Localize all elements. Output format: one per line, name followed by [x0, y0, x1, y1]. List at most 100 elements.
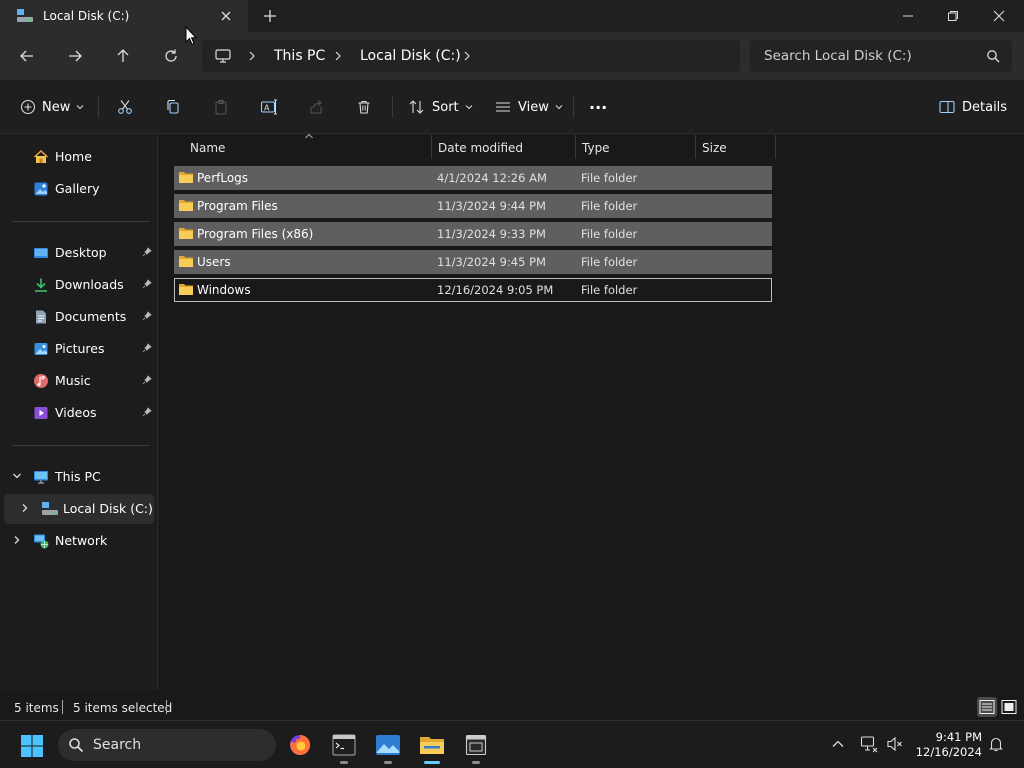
breadcrumb-local-disk[interactable]: Local Disk (C:): [360, 48, 461, 64]
file-row-focused[interactable]: Windows 12/16/2024 9:05 PM File folder: [174, 278, 772, 302]
breadcrumb-this-pc[interactable]: This PC: [274, 48, 325, 64]
sort-button[interactable]: Sort: [408, 95, 473, 119]
sidebar-item-documents[interactable]: Documents: [4, 302, 154, 332]
trash-icon: [358, 100, 370, 114]
forward-button[interactable]: [63, 44, 87, 68]
up-button[interactable]: [111, 44, 135, 68]
file-name: Program Files (x86): [197, 227, 314, 241]
sidebar-label: Local Disk (C:): [63, 501, 153, 516]
this-pc-icon: [33, 469, 49, 485]
file-date: 4/1/2024 12:26 AM: [437, 171, 547, 185]
search-icon: [68, 737, 84, 753]
tab-title: Local Disk (C:): [43, 9, 130, 23]
chevron-down-icon: [77, 105, 84, 110]
sidebar-item-music[interactable]: Music: [4, 366, 154, 396]
file-row[interactable]: Program Files 11/3/2024 9:44 PM File fol…: [174, 194, 772, 218]
pin-icon[interactable]: [142, 311, 152, 321]
pin-icon[interactable]: [142, 247, 152, 257]
address-bar[interactable]: This PC Local Disk (C:): [202, 40, 740, 72]
windows-start-icon[interactable]: [20, 734, 44, 758]
taskbar-terminal[interactable]: [328, 729, 360, 761]
details-pane-icon: [939, 100, 955, 114]
pin-icon[interactable]: [142, 343, 152, 353]
tab-local-disk[interactable]: Local Disk (C:): [0, 0, 248, 32]
file-name: Users: [197, 255, 231, 269]
network-tray-icon[interactable]: [860, 735, 878, 753]
share-icon: [310, 100, 322, 114]
taskbar-file-explorer[interactable]: [416, 729, 448, 761]
clock[interactable]: 9:41 PM 12/16/2024: [916, 730, 982, 760]
details-pane-button[interactable]: Details: [938, 95, 1007, 119]
column-header-date-modified[interactable]: Date modified: [438, 135, 576, 161]
file-row[interactable]: PerfLogs 4/1/2024 12:26 AM File folder: [174, 166, 772, 190]
minimize-button[interactable]: [885, 0, 931, 32]
taskbar-photos[interactable]: [372, 729, 404, 761]
chevron-right-icon[interactable]: [247, 50, 257, 62]
folder-icon: [178, 254, 194, 268]
chevron-right-icon[interactable]: [462, 50, 472, 62]
pin-icon[interactable]: [142, 407, 152, 417]
file-row[interactable]: Users 11/3/2024 9:45 PM File folder: [174, 250, 772, 274]
file-name: PerfLogs: [197, 171, 249, 185]
tiles-view-button[interactable]: [999, 697, 1019, 717]
delete-button[interactable]: [356, 95, 372, 119]
gallery-icon: [33, 181, 49, 197]
column-header-size[interactable]: Size: [702, 135, 774, 161]
chevron-right-icon[interactable]: [20, 503, 30, 513]
sidebar-item-pictures[interactable]: Pictures: [4, 334, 154, 364]
back-button[interactable]: [15, 44, 39, 68]
sidebar-item-network[interactable]: Network: [4, 526, 154, 556]
downloads-icon: [33, 277, 49, 293]
column-header-name[interactable]: Name: [190, 135, 430, 161]
close-window-button[interactable]: [976, 0, 1022, 32]
details-view-button[interactable]: [977, 697, 997, 717]
sidebar-item-home[interactable]: Home: [4, 142, 154, 172]
sidebar-item-local-disk[interactable]: Local Disk (C:): [4, 494, 154, 524]
paste-button[interactable]: [213, 95, 229, 119]
pin-icon[interactable]: [142, 279, 152, 289]
close-tab-icon[interactable]: [218, 8, 234, 24]
volume-muted-icon[interactable]: [886, 735, 904, 753]
sidebar-item-gallery[interactable]: Gallery: [4, 174, 154, 204]
file-row[interactable]: Program Files (x86) 11/3/2024 9:33 PM Fi…: [174, 222, 772, 246]
search-box[interactable]: Search Local Disk (C:): [750, 40, 1012, 72]
rename-button[interactable]: A: [260, 95, 278, 119]
taskbar-app-window[interactable]: [460, 729, 492, 761]
navigation-bar: This PC Local Disk (C:) Search Local Dis…: [0, 32, 1024, 80]
column-header-type[interactable]: Type: [582, 135, 695, 161]
search-icon[interactable]: [986, 49, 1000, 63]
column-label: Size: [702, 141, 727, 155]
chevron-down-icon[interactable]: [12, 471, 22, 481]
sidebar-item-this-pc[interactable]: This PC: [4, 462, 154, 492]
copy-button[interactable]: [165, 95, 181, 119]
new-button[interactable]: New: [20, 95, 84, 119]
file-name: Windows: [197, 283, 251, 297]
chevron-right-icon[interactable]: [333, 50, 343, 62]
restore-button[interactable]: [930, 0, 976, 32]
refresh-button[interactable]: [159, 44, 183, 68]
desktop-icon: [33, 245, 49, 261]
view-label: View: [518, 99, 549, 115]
status-bar: 5 items 5 items selected: [0, 690, 1024, 720]
more-options-button[interactable]: ···: [589, 95, 607, 119]
chevron-right-icon[interactable]: [12, 535, 22, 545]
sidebar-label: Desktop: [55, 245, 107, 260]
taskbar-search-box[interactable]: Search: [58, 729, 276, 761]
chevron-up-icon[interactable]: [831, 737, 845, 751]
new-tab-icon[interactable]: [262, 8, 278, 24]
taskbar-firefox[interactable]: [284, 729, 316, 761]
file-type: File folder: [581, 227, 638, 241]
notification-bell-icon[interactable]: [988, 736, 1004, 752]
sidebar-item-desktop[interactable]: Desktop: [4, 238, 154, 268]
documents-icon: [33, 309, 49, 325]
share-button[interactable]: [308, 95, 324, 119]
file-date: 11/3/2024 9:45 PM: [437, 255, 546, 269]
pin-icon[interactable]: [142, 375, 152, 385]
sidebar-item-downloads[interactable]: Downloads: [4, 270, 154, 300]
file-type: File folder: [581, 255, 638, 269]
view-button[interactable]: View: [494, 95, 563, 119]
taskbar: Search 9:41 PM 12/16/2024: [0, 720, 1024, 768]
sidebar-item-videos[interactable]: Videos: [4, 398, 154, 428]
cut-button[interactable]: [117, 95, 133, 119]
more-options-icon: ···: [589, 97, 608, 117]
